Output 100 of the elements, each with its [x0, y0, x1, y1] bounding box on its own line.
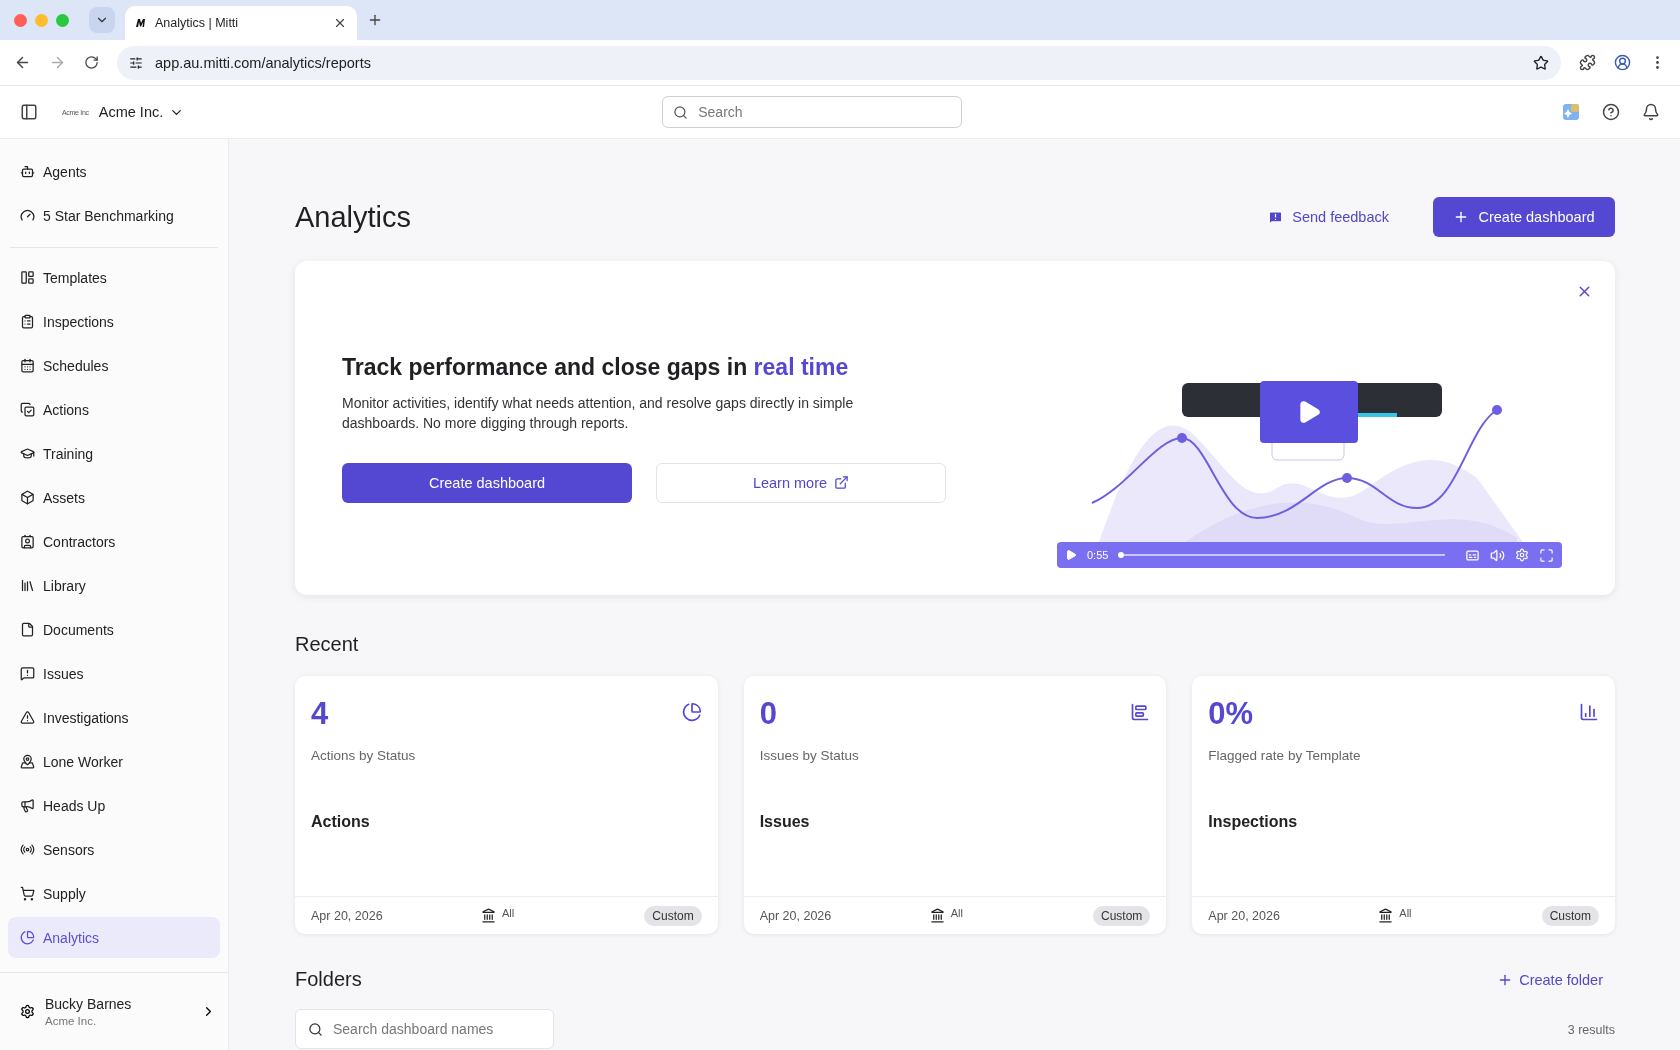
feedback-icon: [1268, 209, 1284, 225]
module-name: Inspections: [1208, 813, 1299, 831]
calendar-icon: [20, 358, 35, 373]
metric-label: Issues by Status: [759, 748, 860, 763]
nav-item[interactable]: Investigations: [8, 697, 220, 738]
pie-chart-icon: [20, 930, 35, 945]
scope-label: All: [1399, 906, 1412, 919]
cart-icon: [20, 886, 35, 901]
dashboard-card[interactable]: 0 Issues by Status Issues Apr 20, 2026 All Custom: [743, 676, 1167, 934]
warning-icon: [20, 710, 35, 725]
sidebar-toggle-icon[interactable]: [20, 103, 38, 121]
nav-item[interactable]: Actions: [8, 389, 220, 430]
url-text: app.au.mitti.com/analytics/reports: [155, 54, 372, 71]
nav-item[interactable]: Analytics: [8, 917, 220, 958]
play-button[interactable]: [1260, 381, 1358, 443]
nav-item[interactable]: 5 Star Benchmarking: [8, 195, 220, 236]
metric-value: 0: [759, 696, 777, 732]
nav-item[interactable]: Documents: [8, 609, 220, 650]
forward-icon[interactable]: [49, 54, 66, 71]
profile-icon[interactable]: [1614, 54, 1631, 71]
user-menu[interactable]: Bucky Barnes Acme Inc.: [0, 972, 228, 1050]
scope-label: All: [502, 906, 515, 919]
dashboard-card[interactable]: 0% Flagged rate by Template Inspections Apr 20, 2026 All Custom: [1192, 676, 1615, 934]
metric-value: 0%: [1208, 696, 1254, 732]
custom-tag: Custom: [1541, 905, 1599, 926]
robot-icon: [20, 164, 35, 179]
org-switcher[interactable]: Acme Inc.: [98, 104, 185, 120]
captions-icon[interactable]: [1465, 547, 1480, 563]
progress-handle[interactable]: [1118, 552, 1125, 558]
page-title: Analytics: [295, 200, 413, 234]
nav-item[interactable]: Templates: [8, 257, 220, 298]
create-folder-button[interactable]: Create folder: [1497, 971, 1603, 988]
card-date: Apr 20, 2026: [311, 908, 384, 923]
banner-description: Monitor activities, identify what needs attention, and resolve gaps directly in simple dashboards. No more digging through reports.: [342, 393, 855, 433]
browser-tab[interactable]: Analytics | Mitti: [125, 6, 357, 40]
notification-bell-icon[interactable]: [1642, 103, 1660, 121]
nav-item[interactable]: Agents: [8, 151, 220, 192]
nav-item[interactable]: Library: [8, 565, 220, 606]
banner-heading: Track performance and close gaps in real time: [342, 353, 850, 381]
search-input[interactable]: Search: [696, 103, 952, 121]
play-icon[interactable]: [1065, 549, 1077, 561]
site-settings-icon[interactable]: [129, 55, 143, 70]
learn-more-button[interactable]: Learn more: [656, 462, 946, 503]
nav-item[interactable]: Assets: [8, 477, 220, 518]
module-name: Issues: [759, 813, 811, 831]
nav-item[interactable]: Schedules: [8, 345, 220, 386]
search-bar[interactable]: Search: [662, 96, 963, 128]
section-title: Folders: [295, 968, 363, 991]
help-icon[interactable]: [1602, 103, 1620, 121]
nav-item[interactable]: Heads Up: [8, 785, 220, 826]
ai-assistant-icon[interactable]: [1562, 103, 1580, 121]
custom-tag: Custom: [1093, 905, 1151, 926]
nav-item[interactable]: Inspections: [8, 301, 220, 342]
document-icon: [20, 622, 35, 637]
custom-tag: Custom: [644, 905, 702, 926]
megaphone-icon: [20, 798, 35, 813]
nav-item[interactable]: Issues: [8, 653, 220, 694]
search-icon: [673, 104, 689, 120]
user-name: Bucky Barnes: [45, 996, 133, 1012]
nav-item[interactable]: Supply: [8, 873, 220, 914]
fullscreen-icon[interactable]: [1539, 547, 1554, 563]
window-close-button[interactable]: [14, 13, 27, 27]
section-title: Recent: [295, 633, 360, 656]
search-icon: [308, 1021, 323, 1037]
settings-icon: [20, 1004, 35, 1019]
back-icon[interactable]: [14, 54, 31, 71]
graduation-cap-icon: [20, 446, 35, 461]
create-dashboard-button[interactable]: Create dashboard: [342, 462, 632, 503]
close-tab-icon[interactable]: [333, 16, 347, 30]
signal-icon: [20, 842, 35, 857]
map-pin-icon: [20, 754, 35, 769]
metric-label: Flagged rate by Template: [1208, 748, 1362, 763]
results-count: 3 results: [1567, 1023, 1615, 1037]
reload-icon[interactable]: [84, 55, 99, 70]
alert-bubble-icon: [20, 666, 35, 681]
checklist-icon: [20, 402, 35, 417]
dashboard-card[interactable]: 4 Actions by Status Actions Apr 20, 2026 All Custom: [295, 676, 718, 934]
extensions-icon[interactable]: [1579, 54, 1596, 71]
bookmark-star-icon[interactable]: [1533, 54, 1549, 71]
card-date: Apr 20, 2026: [759, 908, 833, 923]
nav-item[interactable]: Lone Worker: [8, 741, 220, 782]
nav-item[interactable]: Sensors: [8, 829, 220, 870]
settings-icon[interactable]: [1515, 548, 1529, 562]
column-chart-icon: [1579, 702, 1599, 722]
new-tab-icon[interactable]: [367, 12, 383, 28]
tab-list-button[interactable]: [89, 7, 115, 33]
volume-icon[interactable]: [1490, 547, 1505, 563]
create-dashboard-button[interactable]: Create dashboard: [1433, 197, 1615, 237]
bar-chart-icon: [1130, 702, 1151, 722]
box-icon: [20, 490, 35, 505]
address-bar[interactable]: app.au.mitti.com/analytics/reports: [117, 45, 1561, 80]
nav-item[interactable]: Training: [8, 433, 220, 474]
send-feedback-button[interactable]: Send feedback: [1268, 209, 1389, 225]
external-link-icon: [834, 475, 850, 490]
nav-item[interactable]: Contractors: [8, 521, 220, 562]
search-input[interactable]: Search dashboard names: [331, 1020, 541, 1038]
clipboard-icon: [20, 314, 35, 329]
search-bar[interactable]: Search dashboard names: [295, 1009, 554, 1049]
gauge-icon: [20, 208, 35, 223]
metric-label: Actions by Status: [311, 748, 417, 763]
